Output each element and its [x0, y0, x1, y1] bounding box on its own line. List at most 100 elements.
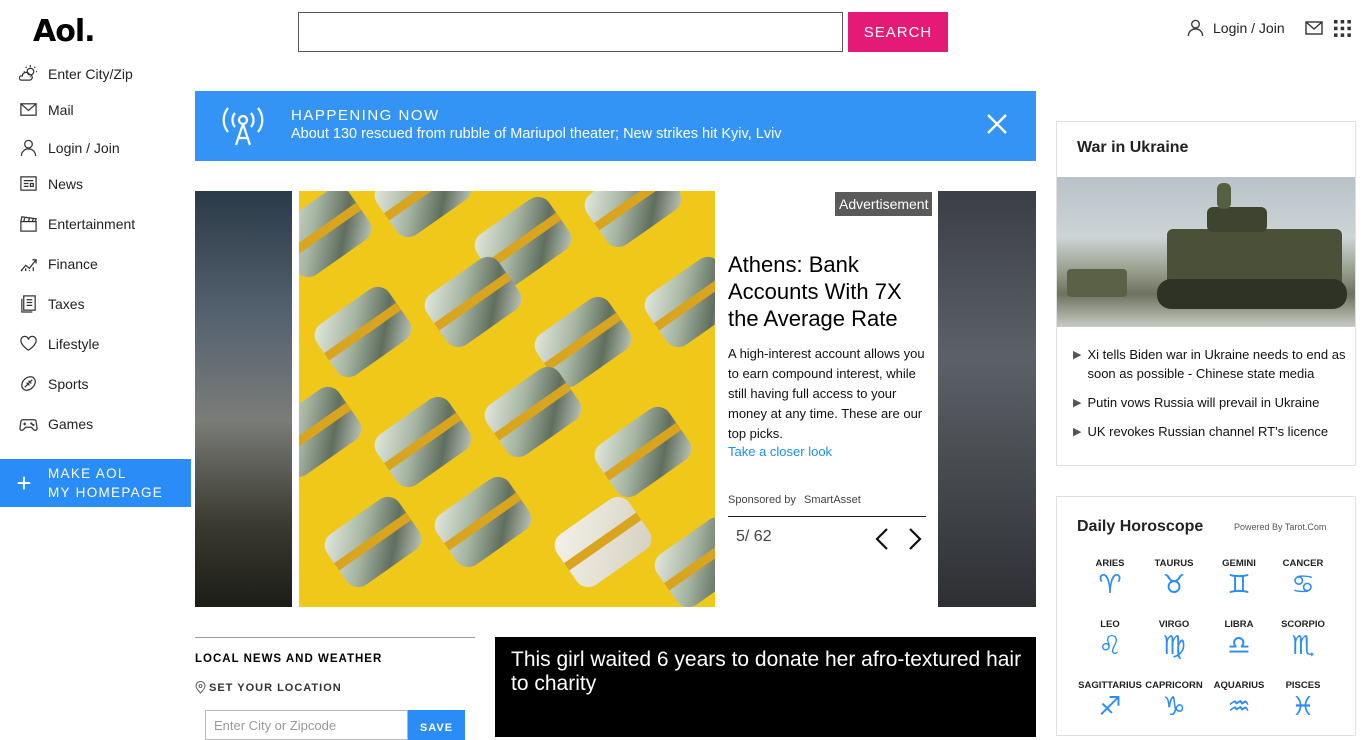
sign-name: ARIES	[1095, 558, 1125, 569]
sign-gemini[interactable]: GEMINI ♊	[1204, 558, 1274, 600]
advertisement-badge: Advertisement	[835, 192, 933, 216]
news-headline: Xi tells Biden war in Ukraine needs to e…	[1087, 347, 1346, 381]
sign-taurus[interactable]: TAURUS ♉	[1139, 558, 1209, 600]
header-login-label: Login / Join	[1213, 19, 1285, 36]
clapperboard-icon	[19, 214, 38, 233]
sidebar-item-label: Enter City/Zip	[48, 65, 133, 82]
sign-aries[interactable]: ARIES ♈	[1075, 558, 1145, 600]
sign-scorpio[interactable]: SCORPIO ♏	[1268, 619, 1338, 661]
gamepad-icon	[19, 414, 38, 433]
sign-name: SAGITTARIUS	[1078, 680, 1142, 691]
ad-title[interactable]: Athens: Bank Accounts With 7X the Averag…	[728, 251, 928, 332]
sidebar-item-lifestyle[interactable]: Lifestyle	[19, 334, 99, 353]
powered-by-label[interactable]: Powered By Tarot.Com	[1234, 522, 1326, 532]
sign-libra[interactable]: LIBRA ♎	[1204, 619, 1274, 661]
sidebar-item-label: Entertainment	[48, 215, 136, 232]
happening-now-headline[interactable]: About 130 rescued from rubble of Mariupo…	[291, 126, 782, 142]
location-pin-icon	[195, 681, 206, 694]
chevron-left-icon[interactable]	[874, 527, 890, 551]
document-icon	[19, 294, 38, 313]
divider	[195, 637, 475, 638]
zipcode-input[interactable]: Enter City or Zipcode	[205, 710, 408, 740]
list-item[interactable]: ▶ UK revokes Russian channel RT's licenc…	[1073, 422, 1348, 442]
chart-icon	[19, 254, 38, 273]
sign-sagittarius[interactable]: SAGITTARIUS ♐	[1075, 680, 1145, 722]
sign-capricorn[interactable]: CAPRICORN ♑	[1139, 680, 1209, 722]
mail-icon[interactable]	[1305, 21, 1323, 35]
weather-icon	[19, 64, 38, 83]
video-title[interactable]: This girl waited 6 years to donate her a…	[511, 648, 1031, 696]
sidebar-item-login[interactable]: Login / Join	[19, 138, 120, 157]
ukraine-image[interactable]	[1057, 177, 1355, 327]
sidebar-item-label: News	[48, 175, 84, 192]
happening-now-banner[interactable]: HAPPENING NOW About 130 rescued from rub…	[195, 91, 1036, 161]
broadcast-icon	[217, 105, 269, 147]
sign-leo[interactable]: LEO ♌	[1075, 619, 1145, 661]
ad-link[interactable]: Take a closer look	[728, 444, 832, 459]
libra-icon: ♎	[1227, 631, 1251, 661]
divider	[728, 516, 926, 517]
sign-name: CANCER	[1282, 558, 1324, 569]
sidebar-item-finance[interactable]: Finance	[19, 254, 98, 273]
sign-name: CAPRICORN	[1145, 680, 1203, 691]
sign-pisces[interactable]: PISCES ♓	[1268, 680, 1338, 722]
sidebar-item-weather[interactable]: Enter City/Zip	[19, 64, 133, 83]
apps-grid-icon[interactable]	[1334, 20, 1351, 37]
ad-body: A high-interest account allows you to ea…	[728, 346, 925, 441]
sidebar-item-news[interactable]: News	[19, 174, 83, 193]
sidebar-item-sports[interactable]: Sports	[19, 374, 88, 393]
search-input[interactable]	[298, 12, 843, 52]
aquarius-icon: ♒	[1227, 692, 1251, 722]
sidebar-item-taxes[interactable]: Taxes	[19, 294, 85, 313]
chevron-right-icon[interactable]	[907, 527, 923, 551]
close-icon[interactable]	[986, 113, 1008, 135]
user-icon	[1186, 18, 1205, 37]
taurus-icon: ♉	[1162, 570, 1186, 600]
video-player[interactable]: This girl waited 6 years to donate her a…	[495, 637, 1036, 737]
make-homepage-button[interactable]: + MAKE AOL MY HOMEPAGE	[0, 459, 191, 507]
local-news-title: LOCAL NEWS AND WEATHER	[195, 653, 383, 665]
sign-name: PISCES	[1285, 680, 1321, 691]
set-location-link[interactable]: SET YOUR LOCATION	[195, 681, 342, 694]
daily-horoscope-card: Daily Horoscope Powered By Tarot.Com ARI…	[1056, 496, 1356, 736]
virgo-icon: ♍	[1162, 631, 1186, 661]
horoscope-title: Daily Horoscope	[1077, 518, 1204, 535]
cancer-icon: ♋	[1291, 570, 1315, 600]
list-item[interactable]: ▶ Xi tells Biden war in Ukraine needs to…	[1073, 345, 1348, 383]
sidebar-item-label: Sports	[48, 375, 89, 392]
scorpio-icon: ♏	[1291, 631, 1315, 661]
header-login-link[interactable]: Login / Join	[1186, 18, 1285, 37]
list-item[interactable]: ▶ Putin vows Russia will prevail in Ukra…	[1073, 393, 1348, 413]
sign-aquarius[interactable]: AQUARIUS ♒	[1204, 680, 1274, 722]
sagittarius-icon: ♐	[1098, 692, 1122, 722]
war-in-ukraine-card: War in Ukraine ▶ Xi tells Biden war in U…	[1056, 121, 1356, 466]
ad-image[interactable]	[299, 191, 715, 607]
sign-cancer[interactable]: CANCER ♋	[1268, 558, 1338, 600]
sidebar-item-label: Lifestyle	[48, 335, 100, 352]
user-icon	[19, 138, 38, 157]
make-homepage-line1: MAKE AOL	[48, 466, 127, 481]
news-headline: Putin vows Russia will prevail in Ukrain…	[1087, 395, 1320, 410]
news-icon	[19, 174, 38, 193]
sidebar-item-mail[interactable]: Mail	[19, 100, 74, 119]
sidebar-item-games[interactable]: Games	[19, 414, 93, 433]
sign-name: VIRGO	[1158, 619, 1190, 630]
sign-name: LEO	[1100, 619, 1120, 630]
previous-slide-image[interactable]	[195, 191, 292, 607]
ukraine-card-title[interactable]: War in Ukraine	[1077, 139, 1188, 157]
aol-logo[interactable]: Aol.	[33, 14, 96, 49]
sidebar-item-label: Mail	[48, 101, 74, 118]
sponsored-by-label: Sponsored by	[728, 494, 796, 506]
sidebar-item-label: Login / Join	[48, 139, 120, 156]
search-button[interactable]: SEARCH	[848, 12, 948, 52]
sign-name: LIBRA	[1224, 619, 1254, 630]
slide-counter: 5/ 62	[736, 528, 772, 545]
sidebar-item-entertainment[interactable]: Entertainment	[19, 214, 135, 233]
next-slide-image[interactable]	[938, 191, 1036, 607]
sign-virgo[interactable]: VIRGO ♍	[1139, 619, 1209, 661]
sponsor-name[interactable]: SmartAsset	[804, 494, 861, 506]
gemini-icon: ♊	[1227, 570, 1251, 600]
save-button[interactable]: SAVE	[408, 710, 465, 740]
triangle-bullet-icon: ▶	[1073, 426, 1082, 438]
aries-icon: ♈	[1098, 570, 1122, 600]
